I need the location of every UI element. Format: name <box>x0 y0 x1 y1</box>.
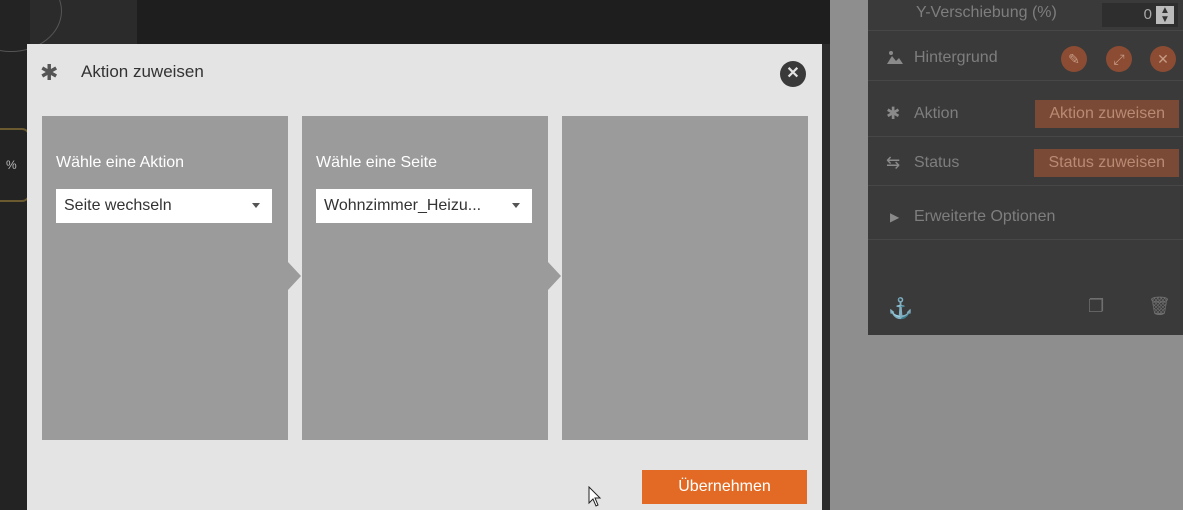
close-button[interactable]: ✕ <box>780 61 806 87</box>
cursor-icon <box>588 486 602 507</box>
action-label: Aktion <box>914 105 959 122</box>
gear-icon: ✱ <box>886 104 901 123</box>
status-label: Status <box>914 154 960 171</box>
anchor-icon[interactable]: ⚓ <box>888 296 913 321</box>
action-column-label: Wähle eine Aktion <box>56 154 185 171</box>
step-arrow <box>288 262 301 290</box>
close-icon: ✕ <box>786 65 800 82</box>
page-column: Wähle eine Seite Wohnzimmer_Heizu... <box>302 116 561 440</box>
canvas-toolbar <box>137 0 830 44</box>
pencil-icon: ✎ <box>1068 51 1080 67</box>
edit-button[interactable]: ✎ <box>1061 46 1087 72</box>
background-row: Hintergrund ✎ ⤢ ✕ <box>868 38 1183 81</box>
caret-right-icon: ▶ <box>890 210 900 224</box>
page-select[interactable]: Wohnzimmer_Heizu... <box>316 189 532 223</box>
repeat-icon: ⇆ <box>886 153 901 172</box>
y-shift-spinner[interactable]: ▲ ▼ <box>1156 6 1174 25</box>
assign-action-dialog: ✱ Aktion zuweisen ✕ Wähle eine Aktion Se… <box>27 44 822 510</box>
status-row: ⇆ Status Status zuweisen <box>868 143 1183 186</box>
action-select-value: Seite wechseln <box>64 197 172 214</box>
advanced-options-row[interactable]: ▶ Erweiterte Optionen <box>868 197 1183 240</box>
inspector-panel: Y-Verschiebung (%) 0 ▲ ▼ Hintergrund ✎ ⤢ … <box>868 0 1183 335</box>
assign-status-button[interactable]: Status zuweisen <box>1034 149 1179 177</box>
action-column: Wähle eine Aktion Seite wechseln <box>42 116 301 440</box>
y-shift-label: Y-Verschiebung (%) <box>916 4 1057 21</box>
percent-label: % <box>6 158 17 172</box>
page-select-value: Wohnzimmer_Heizu... <box>324 197 482 214</box>
step-arrow <box>548 262 561 290</box>
expand-icon: ⤢ <box>1113 51 1125 67</box>
empty-column <box>562 116 808 440</box>
close-icon: ✕ <box>1157 51 1169 67</box>
action-row: ✱ Aktion Aktion zuweisen <box>868 94 1183 137</box>
chevron-down-icon <box>252 203 260 208</box>
image-icon <box>887 51 903 64</box>
background-label: Hintergrund <box>914 49 998 66</box>
trash-icon[interactable]: 🗑 <box>1148 296 1171 317</box>
remove-button[interactable]: ✕ <box>1150 46 1176 72</box>
advanced-options-label: Erweiterte Optionen <box>914 208 1056 225</box>
dialog-title: Aktion zuweisen <box>81 62 204 81</box>
canvas-widget-strip <box>0 0 30 510</box>
apply-button[interactable]: Übernehmen <box>642 470 807 504</box>
gear-icon: ✱ <box>40 60 59 85</box>
page-column-label: Wähle eine Seite <box>316 154 437 171</box>
action-select[interactable]: Seite wechseln <box>56 189 272 223</box>
y-shift-row: Y-Verschiebung (%) 0 ▲ ▼ <box>868 0 1183 31</box>
assign-action-button[interactable]: Aktion zuweisen <box>1035 100 1179 128</box>
copy-icon[interactable]: ❐ <box>1088 296 1104 317</box>
expand-button[interactable]: ⤢ <box>1106 46 1132 72</box>
chevron-down-icon <box>512 203 520 208</box>
